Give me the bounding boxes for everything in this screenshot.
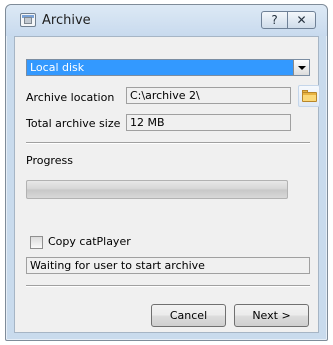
cancel-button[interactable]: Cancel xyxy=(151,304,226,327)
window-title: Archive xyxy=(42,13,91,28)
chevron-down-icon[interactable] xyxy=(293,60,309,75)
progress-label: Progress xyxy=(26,154,73,167)
next-button[interactable]: Next > xyxy=(234,304,309,327)
browse-folder-button[interactable] xyxy=(298,85,320,107)
archive-location-field[interactable]: C:\archive 2\ xyxy=(126,87,291,104)
archive-dialog: Archive ? ✕ Local disk Archive location … xyxy=(5,4,328,341)
copy-catplayer-checkbox[interactable] xyxy=(30,236,43,249)
total-archive-size-label: Total archive size xyxy=(26,117,121,130)
separator xyxy=(26,285,310,287)
folder-icon xyxy=(302,90,317,102)
total-archive-size-field: 12 MB xyxy=(126,114,291,131)
separator xyxy=(26,142,310,144)
archive-location-label: Archive location xyxy=(26,91,115,104)
archive-window-icon xyxy=(20,13,36,27)
destination-value: Local disk xyxy=(30,61,85,74)
dialog-body: Local disk Archive location C:\archive 2… xyxy=(14,36,320,333)
destination-dropdown[interactable]: Local disk xyxy=(26,59,310,76)
help-button[interactable]: ? xyxy=(261,11,288,29)
close-button[interactable]: ✕ xyxy=(288,11,316,29)
close-icon: ✕ xyxy=(296,13,307,27)
status-text-field: Waiting for user to start archive xyxy=(26,257,310,274)
archive-progress-bar xyxy=(26,180,288,199)
title-bar[interactable]: Archive ? ✕ xyxy=(6,5,327,36)
copy-catplayer-label[interactable]: Copy catPlayer xyxy=(48,235,131,248)
